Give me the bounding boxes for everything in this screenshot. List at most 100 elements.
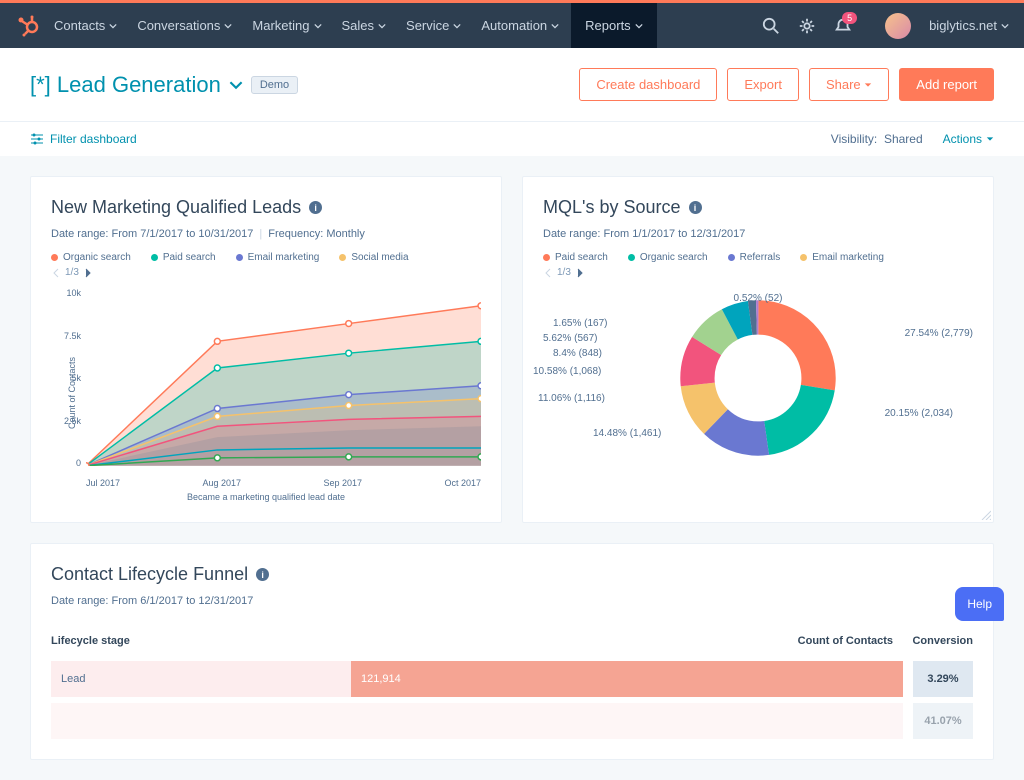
create-dashboard-button[interactable]: Create dashboard bbox=[579, 68, 717, 101]
chevron-down-icon bbox=[551, 22, 559, 30]
slice-label: 14.48% (1,461) bbox=[593, 428, 661, 439]
dashboard-grid: New Marketing Qualified Leadsi Date rang… bbox=[0, 156, 1024, 780]
info-icon[interactable]: i bbox=[309, 201, 322, 214]
chevron-down-icon bbox=[635, 22, 643, 30]
slice-label: 1.65% (167) bbox=[553, 318, 607, 329]
report-card-funnel: Contact Lifecycle Funneli Date range: Fr… bbox=[30, 543, 994, 760]
add-report-button[interactable]: Add report bbox=[899, 68, 994, 101]
main-nav: Contacts Conversations Marketing Sales S… bbox=[0, 3, 1024, 48]
card-date-range: Date range: From 6/1/2017 to 12/31/2017 bbox=[51, 595, 973, 607]
nav-item-conversations[interactable]: Conversations bbox=[137, 3, 232, 48]
col-stage: Lifecycle stage bbox=[51, 635, 773, 647]
y-axis: 10k7.5k5k2.5k0 bbox=[51, 288, 81, 468]
caret-down-icon bbox=[864, 81, 872, 89]
legend-pager[interactable]: 1/3 bbox=[543, 267, 973, 278]
info-icon[interactable]: i bbox=[689, 201, 702, 214]
legend-item[interactable]: Paid search bbox=[151, 252, 216, 263]
card-date-range: Date range: From 1/1/2017 to 12/31/2017 bbox=[543, 228, 973, 240]
x-axis: Jul 2017Aug 2017Sep 2017Oct 2017 bbox=[86, 478, 481, 488]
chevron-down-icon bbox=[224, 22, 232, 30]
chart-legend: Organic search Paid search Email marketi… bbox=[51, 252, 481, 263]
funnel-header: Lifecycle stage Count of Contacts Conver… bbox=[51, 627, 973, 655]
chevron-left-icon bbox=[543, 268, 553, 278]
card-title: New Marketing Qualified Leadsi bbox=[51, 197, 481, 218]
dashboard-title-dropdown[interactable]: [*] Lead Generation Demo bbox=[30, 72, 298, 98]
report-card-mql-source: MQL's by Sourcei Date range: From 1/1/20… bbox=[522, 176, 994, 523]
chevron-down-icon bbox=[1001, 22, 1009, 30]
donut-chart-svg bbox=[678, 298, 838, 458]
header-actions: Create dashboard Export Share Add report bbox=[579, 68, 994, 101]
chevron-right-icon bbox=[575, 268, 585, 278]
nav-items: Contacts Conversations Marketing Sales S… bbox=[54, 3, 649, 48]
legend-pager[interactable]: 1/3 bbox=[51, 267, 481, 278]
toolbar-right: Visibility: Shared Actions bbox=[831, 132, 994, 146]
hubspot-logo-icon[interactable] bbox=[15, 14, 39, 38]
slice-label: 10.58% (1,068) bbox=[533, 366, 601, 377]
report-card-mqls: New Marketing Qualified Leadsi Date rang… bbox=[30, 176, 502, 523]
demo-badge: Demo bbox=[251, 76, 298, 94]
nav-item-sales[interactable]: Sales bbox=[342, 3, 387, 48]
page-header: [*] Lead Generation Demo Create dashboar… bbox=[0, 48, 1024, 122]
filter-icon bbox=[30, 132, 44, 146]
slice-label: 0.52% (52) bbox=[734, 293, 783, 304]
nav-item-marketing[interactable]: Marketing bbox=[252, 3, 321, 48]
legend-item[interactable]: Organic search bbox=[51, 252, 131, 263]
area-chart: Count of Contacts 10k7.5k5k2.5k0 bbox=[86, 288, 481, 488]
search-icon[interactable] bbox=[762, 17, 780, 35]
card-date-range: Date range: From 7/1/2017 to 10/31/2017|… bbox=[51, 228, 481, 240]
funnel-bar: Lead 121,914 bbox=[51, 661, 903, 697]
chevron-down-icon bbox=[109, 22, 117, 30]
slice-label: 27.54% (2,779) bbox=[905, 328, 973, 339]
legend-item[interactable]: Social media bbox=[339, 252, 408, 263]
info-icon[interactable]: i bbox=[256, 568, 269, 581]
funnel-row: Lead 121,914 3.29% bbox=[51, 661, 973, 697]
chart-legend: Paid search Organic search Referrals Ema… bbox=[543, 252, 973, 263]
donut-chart: 0.52% (52) 1.65% (167) 5.62% (567) 8.4% … bbox=[543, 298, 973, 498]
slice-label: 11.06% (1,116) bbox=[538, 393, 605, 404]
export-button[interactable]: Export bbox=[727, 68, 799, 101]
conversion-value: 3.29% bbox=[913, 661, 973, 697]
help-button[interactable]: Help bbox=[955, 587, 1004, 621]
nav-right: 5 biglytics.net bbox=[762, 13, 1009, 39]
chevron-down-icon bbox=[378, 22, 386, 30]
legend-item[interactable]: Referrals bbox=[728, 252, 781, 263]
visibility-label: Visibility: Shared bbox=[831, 132, 923, 146]
nav-item-automation[interactable]: Automation bbox=[481, 3, 559, 48]
funnel-bar bbox=[51, 703, 903, 739]
legend-item[interactable]: Organic search bbox=[628, 252, 708, 263]
funnel-row: 41.07% bbox=[51, 703, 973, 739]
chevron-left-icon bbox=[51, 268, 61, 278]
page-title-text: [*] Lead Generation bbox=[30, 72, 221, 98]
nav-item-contacts[interactable]: Contacts bbox=[54, 3, 117, 48]
chevron-down-icon bbox=[314, 22, 322, 30]
stage-label: Lead bbox=[51, 673, 351, 685]
filter-dashboard-button[interactable]: Filter dashboard bbox=[30, 132, 137, 146]
account-switcher[interactable]: biglytics.net bbox=[929, 18, 1009, 33]
nav-item-reports[interactable]: Reports bbox=[571, 3, 657, 48]
slice-label: 20.15% (2,034) bbox=[885, 408, 953, 419]
slice-label: 8.4% (848) bbox=[553, 348, 602, 359]
card-title: MQL's by Sourcei bbox=[543, 197, 973, 218]
x-axis-label: Became a marketing qualified lead date bbox=[51, 492, 481, 502]
chevron-right-icon bbox=[83, 268, 93, 278]
col-count: Count of Contacts bbox=[773, 635, 893, 647]
area-chart-plot bbox=[86, 288, 481, 466]
dashboard-toolbar: Filter dashboard Visibility: Shared Acti… bbox=[0, 122, 1024, 156]
resize-handle-icon[interactable] bbox=[979, 508, 991, 520]
avatar[interactable] bbox=[885, 13, 911, 39]
chevron-down-icon bbox=[453, 22, 461, 30]
chevron-down-icon bbox=[229, 78, 243, 92]
card-title: Contact Lifecycle Funneli bbox=[51, 564, 973, 585]
slice-label: 5.62% (567) bbox=[543, 333, 597, 344]
share-button[interactable]: Share bbox=[809, 68, 889, 101]
legend-item[interactable]: Email marketing bbox=[800, 252, 884, 263]
legend-item[interactable]: Email marketing bbox=[236, 252, 320, 263]
notifications-button[interactable]: 5 bbox=[834, 17, 867, 35]
conversion-value: 41.07% bbox=[913, 703, 973, 739]
alert-count-badge: 5 bbox=[842, 12, 857, 24]
funnel-table: Lifecycle stage Count of Contacts Conver… bbox=[51, 627, 973, 739]
actions-dropdown[interactable]: Actions bbox=[943, 132, 994, 146]
legend-item[interactable]: Paid search bbox=[543, 252, 608, 263]
nav-item-service[interactable]: Service bbox=[406, 3, 461, 48]
gear-icon[interactable] bbox=[798, 17, 816, 35]
